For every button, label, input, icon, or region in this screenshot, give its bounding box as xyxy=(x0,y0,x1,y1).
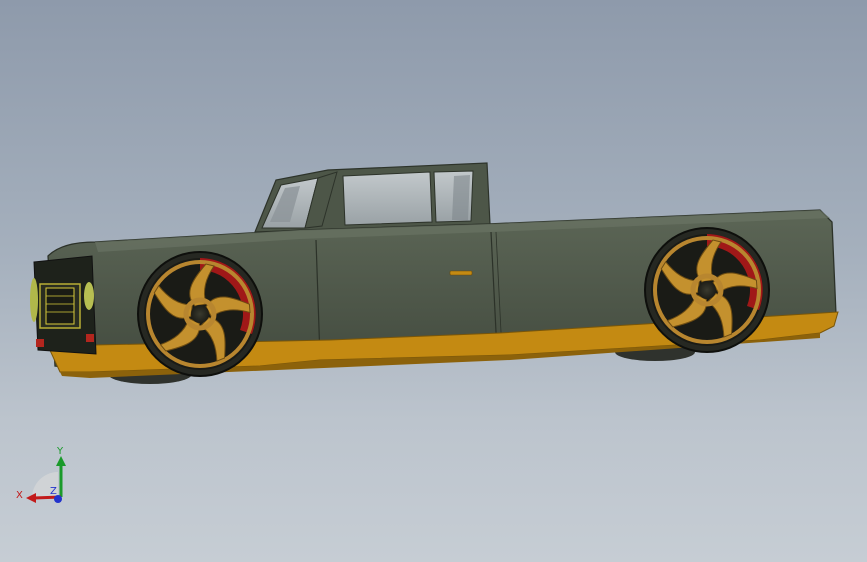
truck-front xyxy=(30,255,97,355)
rear-wheel xyxy=(644,227,770,353)
reference-triad: Y X Z xyxy=(16,446,66,503)
graphics-viewport[interactable]: Y X Z xyxy=(0,0,867,562)
model-view[interactable]: Y X Z xyxy=(0,0,867,562)
triad-y-label: Y xyxy=(56,446,64,457)
triad-z-label: Z xyxy=(50,486,57,497)
front-wheel xyxy=(137,251,263,377)
triad-x-label: X xyxy=(16,490,23,501)
truck-cab xyxy=(254,162,491,233)
